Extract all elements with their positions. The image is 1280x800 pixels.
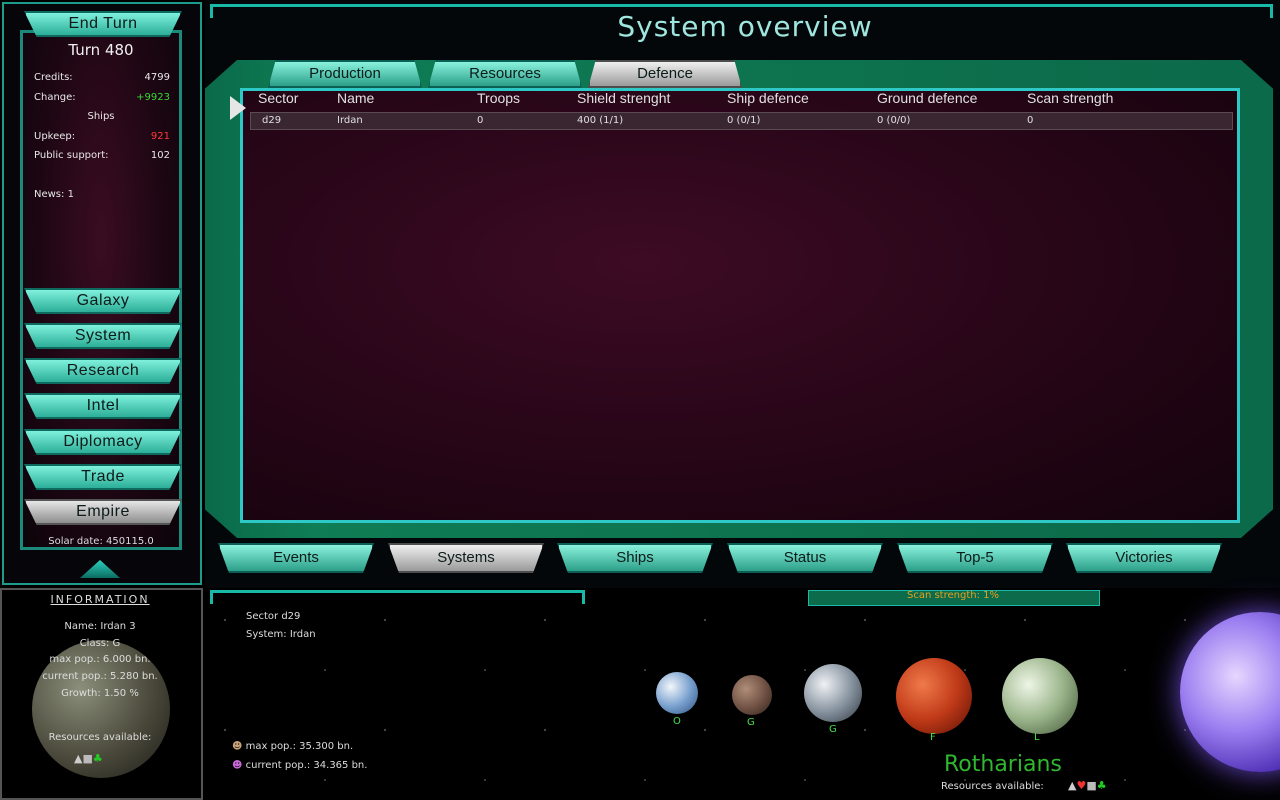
tab-victories[interactable]: Victories (1066, 543, 1222, 573)
nav-intel-button[interactable]: Intel (24, 393, 182, 419)
tab-status[interactable]: Status (727, 543, 883, 573)
cell-name: Irdan (337, 115, 363, 126)
tab-top-5[interactable]: Top-5 (897, 543, 1053, 573)
nav-research-button[interactable]: Research (24, 358, 182, 384)
change-stat: Change: +9923 (34, 92, 170, 103)
public-support-stat: Public support: 102 (34, 150, 170, 161)
info-line: current pop.: 5.280 bn. (42, 671, 158, 682)
planet-f[interactable] (896, 658, 972, 734)
planet-class-label: L (1034, 732, 1040, 743)
nav-system-button[interactable]: System (24, 323, 182, 349)
end-turn-button[interactable]: End Turn (24, 11, 182, 37)
stat-label: Credits: (34, 72, 73, 83)
info-line: Class: G (79, 638, 121, 649)
tab-production[interactable]: Production (268, 60, 422, 88)
stat-value: 4799 (144, 72, 170, 83)
planet-l[interactable] (1002, 658, 1078, 734)
system-resource-icons: ▲♥■♣ (1068, 779, 1107, 792)
stat-label: Upkeep: (34, 131, 76, 142)
upkeep-stat: Upkeep: 921 (34, 131, 170, 142)
planet-class-label: G (829, 724, 837, 735)
column-header-shield[interactable]: Shield strenght (577, 90, 670, 106)
planet-class-label: O (673, 716, 681, 727)
page-title: System overview (617, 10, 873, 43)
stat-value: +9923 (136, 92, 170, 103)
column-header-scan-strength[interactable]: Scan strength (1027, 90, 1113, 106)
credits-stat: Credits: 4799 (34, 72, 170, 83)
tab-events[interactable]: Events (218, 543, 374, 573)
table-area (240, 88, 1240, 523)
nav-trade-button[interactable]: Trade (24, 464, 182, 490)
max-pop: ☻ max pop.: 35.300 bn. (232, 741, 353, 752)
cell-sector: d29 (262, 115, 282, 126)
information-title: INFORMATION (50, 593, 150, 606)
population-icon: ☻ (232, 741, 243, 752)
tab-ships[interactable]: Ships (557, 543, 713, 573)
resource-icons: ▲■♣ (74, 752, 103, 765)
planet-g-2[interactable] (804, 664, 862, 722)
planet-g-1[interactable] (732, 675, 772, 715)
nav-galaxy-button[interactable]: Galaxy (24, 288, 182, 314)
planet-o[interactable] (656, 672, 698, 714)
info-line: Growth: 1.50 % (61, 688, 139, 699)
population-icon: ☻ (232, 760, 243, 771)
bottom-frame (210, 590, 585, 604)
column-header-troops[interactable]: Troops (477, 90, 520, 106)
cell-shield: 400 (1/1) (577, 115, 624, 126)
turn-counter: Turn 480 (68, 41, 134, 59)
stat-label: Change: (34, 92, 76, 103)
stat-value: 102 (150, 150, 170, 161)
nav-empire-button[interactable]: Empire (24, 499, 182, 525)
stat-label: Public support: (34, 150, 109, 161)
planet-class-label: G (747, 717, 755, 728)
sector-label: Sector d29 (246, 611, 301, 622)
current-pop-value: current pop.: 34.365 bn. (245, 760, 368, 771)
planet-class-label: F (930, 732, 936, 743)
tab-systems[interactable]: Systems (388, 543, 544, 573)
ships-label: Ships (87, 111, 115, 122)
cell-troops: 0 (477, 115, 484, 126)
solar-date: Solar date: 450115.0 (48, 536, 154, 547)
race-name: Rotharians (944, 752, 1062, 777)
max-pop-value: max pop.: 35.300 bn. (245, 741, 354, 752)
tab-resources[interactable]: Resources (428, 60, 582, 88)
column-header-sector[interactable]: Sector (258, 90, 298, 106)
column-header-name[interactable]: Name (337, 90, 374, 106)
news-link[interactable]: News: 1 (34, 189, 170, 200)
system-resources-label: Resources available: (941, 781, 1044, 792)
info-line: max pop.: 6.000 bn. (49, 654, 151, 665)
column-header-ship-defence[interactable]: Ship defence (727, 90, 809, 106)
cell-ground-defence: 0 (0/0) (877, 115, 911, 126)
stat-value: 921 (150, 131, 170, 142)
nav-diplomacy-button[interactable]: Diplomacy (24, 429, 182, 455)
current-pop: ☻ current pop.: 34.365 bn. (232, 760, 367, 771)
system-label: System: Irdan (246, 629, 316, 640)
column-header-ground-defence[interactable]: Ground defence (877, 90, 977, 106)
cell-ship-defence: 0 (0/1) (727, 115, 761, 126)
scroll-left-arrow-icon[interactable] (230, 96, 246, 120)
scan-strength-label: Scan strength: 1% (906, 590, 1000, 601)
tab-defence[interactable]: Defence (588, 60, 742, 88)
info-line: Name: Irdan 3 (64, 621, 136, 632)
resources-label: Resources available: (48, 732, 152, 743)
cell-scan-strength: 0 (1027, 115, 1034, 126)
